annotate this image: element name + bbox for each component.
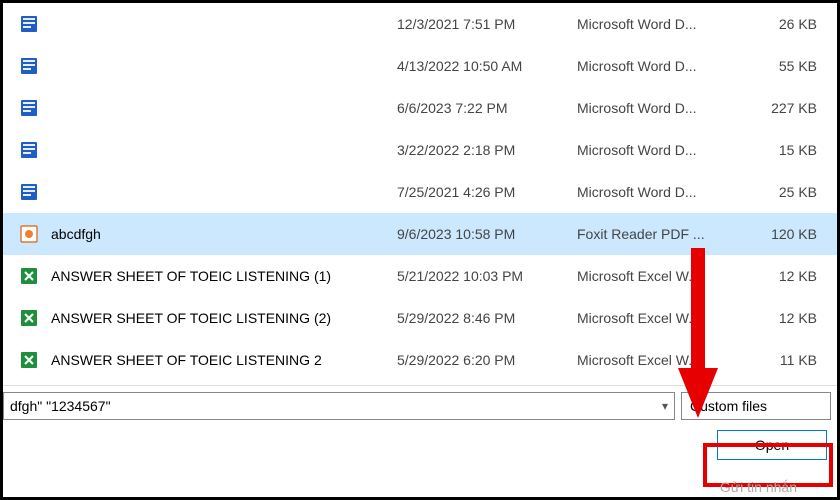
word-icon [13,98,45,118]
filename-value: dfgh" "1234567" [10,398,662,414]
footer-bar: dfgh" "1234567" ▾ Custom files [3,386,837,420]
file-size: 15 KB [747,142,827,158]
file-name: abcdfgh [45,226,397,242]
filename-combobox[interactable]: dfgh" "1234567" ▾ [3,392,675,420]
file-type: Foxit Reader PDF ... [577,226,747,242]
file-date: 5/29/2022 6:20 PM [397,352,577,368]
bottom-text: Gửi tin nhắn [720,479,797,495]
file-type: Microsoft Word D... [577,100,747,116]
file-size: 12 KB [747,310,827,326]
file-date: 3/22/2022 2:18 PM [397,142,577,158]
file-size: 227 KB [747,100,827,116]
file-date: 9/6/2023 10:58 PM [397,226,577,242]
file-type: Microsoft Word D... [577,58,747,74]
file-type: Microsoft Word D... [577,16,747,32]
file-row[interactable]: ANSWER SHEET OF TOEIC LISTENING 25/29/20… [3,339,837,381]
excel-icon [13,350,45,370]
button-row: Open [3,420,837,460]
file-row[interactable]: abcdfgh9/6/2023 10:58 PMFoxit Reader PDF… [3,213,837,255]
file-type: Microsoft Word D... [577,142,747,158]
file-size: 12 KB [747,268,827,284]
file-row[interactable]: ANSWER SHEET OF TOEIC LISTENING (2)5/29/… [3,297,837,339]
pdf-icon [13,224,45,244]
chevron-down-icon: ▾ [662,399,668,413]
filetype-value: Custom files [690,398,767,414]
word-icon [13,182,45,202]
file-date: 12/3/2021 7:51 PM [397,16,577,32]
file-name: ANSWER SHEET OF TOEIC LISTENING (2) [45,310,397,326]
file-size: 11 KB [747,352,827,368]
file-type: Microsoft Excel W... [577,268,747,284]
word-icon [13,56,45,76]
file-type: Microsoft Word D... [577,184,747,200]
file-date: 4/13/2022 10:50 AM [397,58,577,74]
file-date: 5/29/2022 8:46 PM [397,310,577,326]
file-row[interactable]: 4/13/2022 10:50 AMMicrosoft Word D...55 … [3,45,837,87]
excel-icon [13,266,45,286]
file-size: 120 KB [747,226,827,242]
excel-icon [13,308,45,328]
file-date: 7/25/2021 4:26 PM [397,184,577,200]
file-size: 26 KB [747,16,827,32]
file-date: 5/21/2022 10:03 PM [397,268,577,284]
open-button[interactable]: Open [717,430,827,460]
file-row[interactable]: 6/6/2023 7:22 PMMicrosoft Word D...227 K… [3,87,837,129]
filetype-combobox[interactable]: Custom files [681,392,831,420]
file-row[interactable]: 12/3/2021 7:51 PMMicrosoft Word D...26 K… [3,3,837,45]
word-icon [13,140,45,160]
file-row[interactable]: 3/22/2022 2:18 PMMicrosoft Word D...15 K… [3,129,837,171]
file-date: 6/6/2023 7:22 PM [397,100,577,116]
file-type: Microsoft Excel W... [577,310,747,326]
file-list: 12/3/2021 7:51 PMMicrosoft Word D...26 K… [3,3,837,381]
word-icon [13,14,45,34]
file-name: ANSWER SHEET OF TOEIC LISTENING 2 [45,352,397,368]
file-size: 25 KB [747,184,827,200]
file-row[interactable]: ANSWER SHEET OF TOEIC LISTENING (1)5/21/… [3,255,837,297]
file-type: Microsoft Excel W... [577,352,747,368]
file-size: 55 KB [747,58,827,74]
file-row[interactable]: 7/25/2021 4:26 PMMicrosoft Word D...25 K… [3,171,837,213]
file-name: ANSWER SHEET OF TOEIC LISTENING (1) [45,268,397,284]
